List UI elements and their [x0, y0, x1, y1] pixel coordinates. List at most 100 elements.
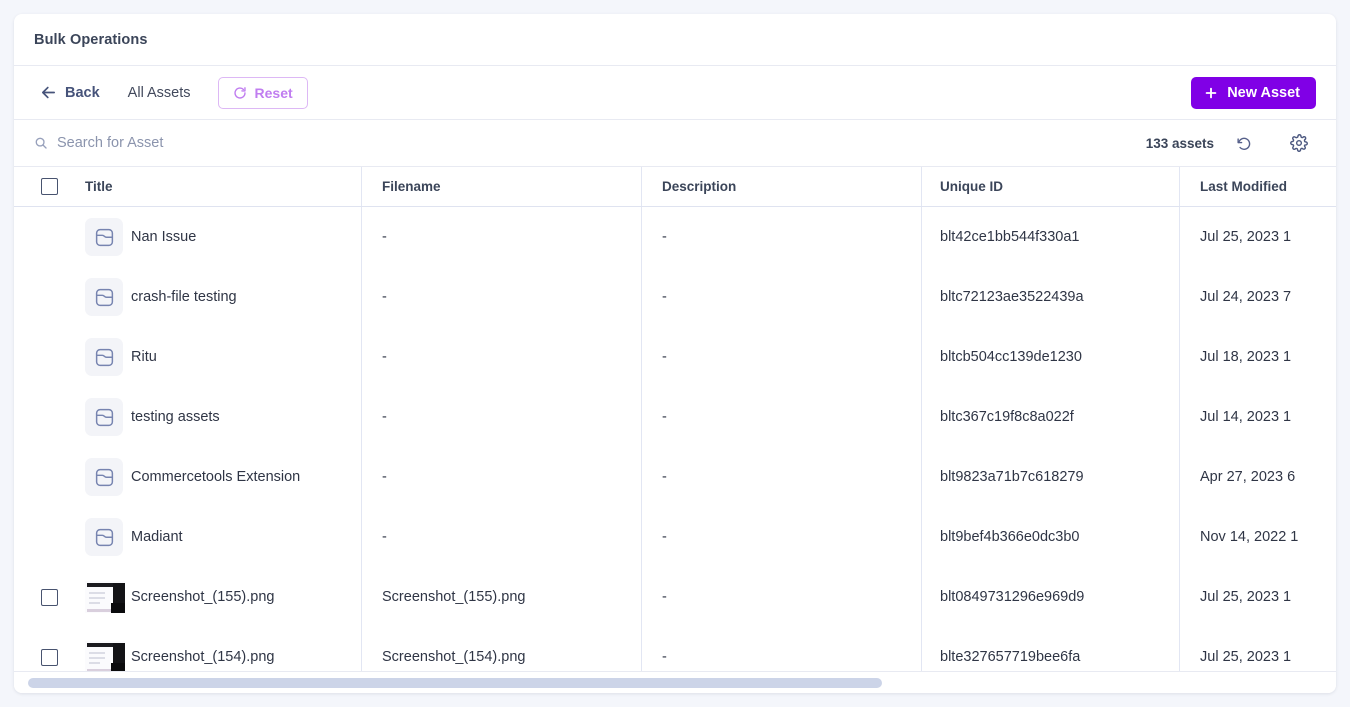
column-header-unique-id-label: Unique ID	[940, 179, 1003, 194]
cell-unique-id: blte327657719bee6fa	[922, 627, 1180, 671]
back-button[interactable]: Back	[40, 84, 100, 101]
back-button-label: Back	[65, 84, 100, 101]
asset-count-label: 133 assets	[1145, 135, 1214, 151]
row-icon-slot	[85, 338, 131, 376]
cell-last-modified: Jul 14, 2023 1	[1180, 387, 1336, 447]
cell-title[interactable]: crash-file testing	[14, 267, 362, 327]
asset-unique-id: blt42ce1bb544f330a1	[940, 229, 1080, 245]
cell-title[interactable]: Commercetools Extension	[14, 447, 362, 507]
cell-unique-id: bltc72123ae3522439a	[922, 267, 1180, 327]
cell-description: -	[642, 327, 922, 387]
cell-last-modified: Nov 14, 2022 1	[1180, 507, 1336, 567]
cell-filename: -	[362, 447, 642, 507]
breadcrumb-all-assets[interactable]: All Assets	[128, 85, 191, 101]
new-asset-button[interactable]: New Asset	[1191, 76, 1316, 109]
column-header-filename-label: Filename	[382, 179, 441, 194]
row-select-slot[interactable]	[41, 648, 85, 666]
row-icon-slot	[85, 458, 131, 496]
asset-thumbnail	[85, 641, 125, 671]
asset-last-modified: Jul 25, 2023 1	[1200, 229, 1292, 245]
asset-last-modified: Jul 25, 2023 1	[1200, 589, 1292, 605]
asset-title: testing assets	[131, 409, 220, 425]
asset-unique-id: bltc367c19f8c8a022f	[940, 409, 1074, 425]
table-row[interactable]: testing assets - - bltc367c19f8c8a022f Jul 1…	[14, 387, 1336, 447]
asset-last-modified: Jul 24, 2023 7	[1200, 289, 1292, 305]
asset-filename: Screenshot_(154).png	[382, 649, 526, 665]
table-row[interactable]: Screenshot_(154).png Screenshot_(154).png…	[14, 627, 1336, 671]
window-titlebar: Bulk Operations	[14, 14, 1336, 66]
asset-unique-id: blt9823a71b7c618279	[940, 469, 1084, 485]
select-all-checkbox[interactable]	[41, 178, 58, 195]
asset-title: Ritu	[131, 349, 157, 365]
reset-button-label: Reset	[254, 84, 293, 101]
asset-unique-id: blt9bef4b366e0dc3b0	[940, 529, 1080, 545]
cell-last-modified: Jul 18, 2023 1	[1180, 327, 1336, 387]
asset-description: -	[662, 649, 667, 665]
reset-button[interactable]: Reset	[217, 76, 308, 109]
cell-filename: Screenshot_(155).png	[362, 567, 642, 627]
folder-icon	[85, 398, 123, 436]
asset-title: Screenshot_(155).png	[131, 589, 275, 605]
table-row[interactable]: Commercetools Extension - - blt9823a71b7c61…	[14, 447, 1336, 507]
cell-filename: -	[362, 207, 642, 267]
cell-description: -	[642, 387, 922, 447]
table-row[interactable]: crash-file testing - - bltc72123ae3522439a J…	[14, 267, 1336, 327]
row-icon-slot	[85, 278, 131, 316]
horizontal-scrollbar[interactable]	[14, 671, 1336, 693]
asset-description: -	[662, 289, 667, 305]
asset-filename: -	[382, 349, 387, 365]
cell-filename: Screenshot_(154).png	[362, 627, 642, 671]
asset-filename: -	[382, 469, 387, 485]
asset-filename: -	[382, 229, 387, 245]
asset-last-modified: Jul 25, 2023 1	[1200, 649, 1292, 665]
column-header-filename[interactable]: Filename	[362, 167, 642, 206]
cell-description: -	[642, 267, 922, 327]
asset-filename: Screenshot_(155).png	[382, 589, 526, 605]
page-title: Bulk Operations	[34, 31, 148, 48]
horizontal-scrollbar-track[interactable]	[28, 677, 1322, 688]
cell-last-modified: Jul 25, 2023 1	[1180, 567, 1336, 627]
asset-unique-id: blt0849731296e969d9	[940, 589, 1085, 605]
cell-last-modified: Jul 24, 2023 7	[1180, 267, 1336, 327]
column-header-description-label: Description	[662, 179, 737, 194]
asset-unique-id: blte327657719bee6fa	[940, 649, 1081, 665]
row-select-checkbox[interactable]	[41, 588, 58, 606]
table-row[interactable]: Nan Issue - - blt42ce1bb544f330a1 Jul 25, 20…	[14, 207, 1336, 267]
cell-last-modified: Jul 25, 2023 1	[1180, 627, 1336, 671]
row-select-checkbox[interactable]	[41, 648, 58, 666]
folder-icon	[85, 338, 123, 376]
asset-title: Nan Issue	[131, 229, 197, 245]
cell-title[interactable]: Screenshot_(154).png	[14, 627, 362, 671]
column-header-unique-id[interactable]: Unique ID	[922, 167, 1180, 206]
cell-title[interactable]: Ritu	[14, 327, 362, 387]
row-select-slot[interactable]	[41, 588, 85, 606]
cell-title[interactable]: Screenshot_(155).png	[14, 567, 362, 627]
bulk-operations-card: Bulk Operations Back All Assets Reset Ne…	[14, 14, 1336, 693]
asset-last-modified: Apr 27, 2023 6	[1200, 469, 1296, 485]
cell-title[interactable]: Madiant	[14, 507, 362, 567]
table-row[interactable]: Madiant - - blt9bef4b366e0dc3b0 Nov 14, 2022…	[14, 507, 1336, 567]
cell-description: -	[642, 627, 922, 671]
search-icon	[34, 136, 57, 150]
gear-icon[interactable]	[1290, 134, 1316, 152]
undo-icon[interactable]	[1236, 135, 1290, 151]
table-row[interactable]: Screenshot_(155).png Screenshot_(155).png…	[14, 567, 1336, 627]
asset-title: Commercetools Extension	[131, 469, 301, 485]
folder-icon	[85, 218, 123, 256]
asset-title: Screenshot_(154).png	[131, 649, 275, 665]
cell-filename: -	[362, 267, 642, 327]
asset-last-modified: Jul 14, 2023 1	[1200, 409, 1292, 425]
column-header-description[interactable]: Description	[642, 167, 922, 206]
cell-filename: -	[362, 507, 642, 567]
cell-title[interactable]: testing assets	[14, 387, 362, 447]
column-header-last-modified[interactable]: Last Modified	[1180, 167, 1336, 206]
asset-filename: -	[382, 289, 387, 305]
cell-last-modified: Apr 27, 2023 6	[1180, 447, 1336, 507]
table-row[interactable]: Ritu - - bltcb504cc139de1230 Jul 18, 2023 1	[14, 327, 1336, 387]
column-header-title[interactable]: Title	[14, 167, 362, 206]
asset-description: -	[662, 529, 667, 545]
cell-title[interactable]: Nan Issue	[14, 207, 362, 267]
search-input[interactable]	[57, 135, 1146, 151]
horizontal-scrollbar-thumb[interactable]	[28, 677, 883, 688]
folder-icon	[85, 518, 123, 556]
